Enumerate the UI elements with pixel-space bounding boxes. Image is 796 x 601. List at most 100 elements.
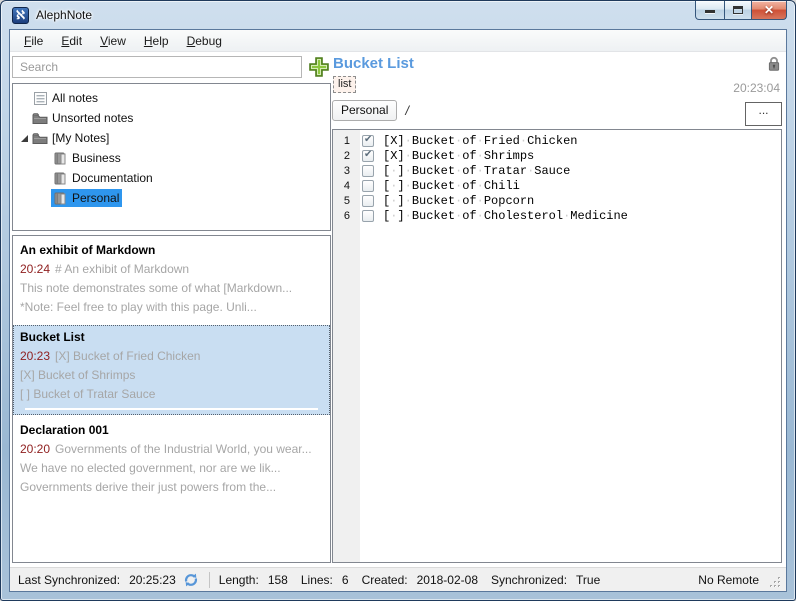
tree-item-label: Unsorted notes <box>52 111 133 125</box>
line-number: 5 <box>333 195 356 207</box>
editor-line[interactable]: 4 [·]·Bucket·of·Chili <box>333 178 781 193</box>
expander-arrow <box>39 173 50 184</box>
editor-line[interactable]: 2 [X]·Bucket·of·Shrimps <box>333 148 781 163</box>
editor-line[interactable]: 5 [·]·Bucket·of·Popcorn <box>333 193 781 208</box>
title-bar[interactable]: ℵ AlephNote <box>1 1 795 29</box>
menu-item-edit[interactable]: Edit <box>52 31 91 51</box>
search-input[interactable] <box>12 56 302 78</box>
notebook-icon <box>52 170 68 186</box>
note-preview: 20:23[X] Bucket of Fried Chicken[X] Buck… <box>20 347 324 404</box>
expander-arrow <box>19 113 30 124</box>
menu-item-file[interactable]: File <box>15 31 52 51</box>
resize-grip[interactable] <box>769 576 782 589</box>
list-item[interactable]: An exhibit of Markdown 20:24# An exhibit… <box>13 238 330 322</box>
line-text[interactable]: [X]·Bucket·of·Shrimps <box>383 149 534 163</box>
note-preview-line: We have no elected government, nor are w… <box>20 459 324 478</box>
maximize-icon <box>733 6 743 14</box>
note-preview-line: [X] Bucket of Shrimps <box>20 366 324 385</box>
maximize-button[interactable] <box>724 1 752 20</box>
status-field: Lines: 6 <box>301 573 349 587</box>
line-text[interactable]: [·]·Bucket·of·Tratar·Sauce <box>383 164 570 178</box>
sync-icon[interactable] <box>183 572 199 588</box>
client-area: FileEditViewHelpDebug All notes <box>9 29 787 592</box>
note-preview-line: This note demonstrates some of what [Mar… <box>20 279 324 298</box>
note-timestamp: 20:23:04 <box>733 81 780 95</box>
note-editor[interactable]: 1 [X]·Bucket·of·Fried·Chicken 2 [X]·Buck… <box>332 129 782 563</box>
checkbox[interactable] <box>362 150 374 162</box>
tree-item-label: [My Notes] <box>52 131 109 145</box>
notebook-icon <box>52 190 68 206</box>
note-preview: 20:20Governments of the Industrial World… <box>20 440 324 497</box>
note-time: 20:20 <box>20 442 50 456</box>
sidebar-item-documentation[interactable]: Documentation <box>13 168 330 188</box>
plus-icon <box>307 55 331 79</box>
app-icon: ℵ <box>12 7 29 24</box>
expander-arrow <box>19 93 30 104</box>
add-note-button[interactable] <box>307 55 331 79</box>
sidebar-item-all-notes[interactable]: All notes <box>13 88 330 108</box>
last-sync-time: 20:25:23 <box>129 573 176 587</box>
status-field: Synchronized: True <box>491 573 600 587</box>
lock-icon[interactable] <box>767 56 781 72</box>
line-text[interactable]: [·]·Bucket·of·Chili <box>383 179 520 193</box>
note-preview-line: *Note: Feel free to play with this page.… <box>20 298 324 317</box>
status-field-value: 158 <box>268 573 288 587</box>
status-field: Created: 2018-02-08 <box>362 573 478 587</box>
sidebar-item-unsorted-notes[interactable]: Unsorted notes <box>13 108 330 128</box>
editor-line[interactable]: 6 [·]·Bucket·of·Cholesterol·Medicine <box>333 208 781 223</box>
status-field-value: True <box>576 573 600 587</box>
close-button[interactable]: ✕ <box>751 1 787 20</box>
note-list: An exhibit of Markdown 20:24# An exhibit… <box>12 235 331 563</box>
minimize-button[interactable] <box>695 1 725 20</box>
menu-item-debug[interactable]: Debug <box>178 31 231 51</box>
status-field-label: Length: <box>219 573 259 587</box>
sidebar-item-my-notes[interactable]: [My Notes] <box>13 128 330 148</box>
folder-icon <box>32 130 48 146</box>
sidebar-item-business[interactable]: Business <box>13 148 330 168</box>
remote-status: No Remote <box>698 573 759 587</box>
list-item[interactable]: Declaration 001 20:20Governments of the … <box>13 418 330 502</box>
expander-arrow <box>39 153 50 164</box>
checkbox[interactable] <box>362 135 374 147</box>
tree-item-label: Personal <box>72 191 119 205</box>
expander-arrow[interactable] <box>19 133 30 144</box>
expander-arrow <box>39 193 50 204</box>
checkbox[interactable] <box>362 210 374 222</box>
path-separator: / <box>405 103 409 118</box>
folder-icon <box>32 110 48 126</box>
line-number: 1 <box>333 135 356 147</box>
note-preview-line: 20:23[X] Bucket of Fried Chicken <box>20 347 324 366</box>
sidebar-item-personal[interactable]: Personal <box>13 188 330 208</box>
line-text[interactable]: [·]·Bucket·of·Cholesterol·Medicine <box>383 209 628 223</box>
note-title: An exhibit of Markdown <box>20 241 324 260</box>
line-number: 2 <box>333 150 356 162</box>
path-segment-chip[interactable]: Personal <box>332 100 397 121</box>
tree-item-label: All notes <box>52 91 98 105</box>
tag-list: list <box>333 76 356 93</box>
note-separator <box>25 408 318 410</box>
app-window: ℵ AlephNote ✕ FileEditViewHelpDebug <box>0 0 796 601</box>
checkbox[interactable] <box>362 165 374 177</box>
editor-line[interactable]: 1 [X]·Bucket·of·Fried·Chicken <box>333 133 781 148</box>
menu-item-view[interactable]: View <box>91 31 135 51</box>
status-field-value: 2018-02-08 <box>417 573 478 587</box>
status-field-label: Lines: <box>301 573 333 587</box>
list-item[interactable]: Bucket List 20:23[X] Bucket of Fried Chi… <box>13 325 330 415</box>
menu-item-help[interactable]: Help <box>135 31 178 51</box>
editor-line[interactable]: 3 [·]·Bucket·of·Tratar·Sauce <box>333 163 781 178</box>
line-text[interactable]: [X]·Bucket·of·Fried·Chicken <box>383 134 577 148</box>
minimize-icon <box>705 10 715 13</box>
main-area: All notes Unsorted notes [My Notes] <box>10 52 786 567</box>
checkbox[interactable] <box>362 180 374 192</box>
menu-bar: FileEditViewHelpDebug <box>10 30 786 52</box>
checkbox[interactable] <box>362 195 374 207</box>
status-field-label: Created: <box>362 573 408 587</box>
line-text[interactable]: [·]·Bucket·of·Popcorn <box>383 194 534 208</box>
editor-lines: 1 [X]·Bucket·of·Fried·Chicken 2 [X]·Buck… <box>333 133 781 223</box>
note-preview: 20:24# An exhibit of MarkdownThis note d… <box>20 260 324 317</box>
tag-chip[interactable]: list <box>333 76 356 93</box>
tree-item-label: Business <box>72 151 121 165</box>
note-time: 20:24 <box>20 262 50 276</box>
more-options-button[interactable]: ... <box>745 102 782 126</box>
note-title: Declaration 001 <box>20 421 324 440</box>
